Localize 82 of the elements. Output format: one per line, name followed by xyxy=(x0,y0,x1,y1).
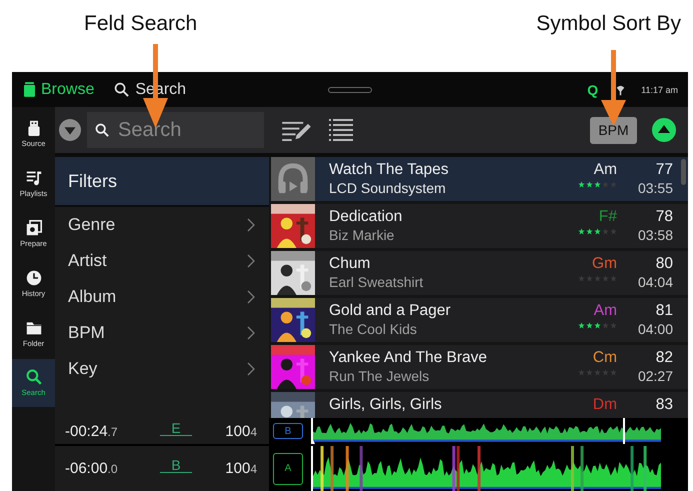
sort-button[interactable]: BPM xyxy=(590,116,637,144)
deck-bpm: 1004 xyxy=(225,422,257,440)
deck-key: E xyxy=(160,420,192,436)
track-title: Watch The Tapes xyxy=(329,161,450,179)
browse-title[interactable]: Browse xyxy=(41,80,94,98)
deck-label: B xyxy=(273,423,303,439)
filter-item[interactable]: Album xyxy=(55,279,269,315)
track-length: 03:55 xyxy=(638,180,673,196)
track-length: 04:00 xyxy=(638,321,673,337)
search-icon xyxy=(95,123,109,137)
filter-item[interactable]: BPM xyxy=(55,315,269,351)
wifi-icon xyxy=(616,84,626,96)
deck-bpm: 1004 xyxy=(225,460,257,477)
track-length: 04:04 xyxy=(638,274,673,290)
track-bpm: 82 xyxy=(656,349,673,367)
track-artist: LCD Soundsystem xyxy=(329,180,447,196)
track-row[interactable]: Girls, Girls, Girls Dm 83 xyxy=(271,392,688,418)
track-artist: Run The Jewels xyxy=(329,368,430,384)
track-artist: The Cool Kids xyxy=(329,321,418,337)
filter-item[interactable]: Artist xyxy=(55,243,269,279)
star-rating[interactable] xyxy=(578,181,617,188)
track-title: Chum xyxy=(329,255,372,273)
playlist-icon xyxy=(26,170,42,186)
library-icon xyxy=(24,82,35,97)
chevron-icon xyxy=(247,218,255,232)
drag-handle[interactable] xyxy=(328,87,372,93)
track-bpm: 81 xyxy=(656,302,673,320)
chevron-icon xyxy=(247,326,255,340)
remaining-time: -06:00.0 xyxy=(65,460,119,477)
quantize-indicator: Q xyxy=(587,82,598,98)
track-bpm: 83 xyxy=(656,396,673,414)
track-key: Gm xyxy=(592,255,617,273)
scrollbar[interactable] xyxy=(681,159,686,185)
clock-icon xyxy=(26,270,42,286)
track-title: Girls, Girls, Girls xyxy=(329,396,443,414)
search-icon xyxy=(114,82,130,97)
track-row[interactable]: Gold and a Pager The Cool Kids Am 81 04:00 xyxy=(271,298,688,342)
track-key: Am xyxy=(594,161,617,179)
edit-list-icon[interactable] xyxy=(282,120,311,140)
track-row[interactable]: Chum Earl Sweatshirt Gm 80 04:04 xyxy=(271,251,688,295)
track-key: Dm xyxy=(592,396,617,414)
collapse-icon[interactable] xyxy=(652,118,676,142)
chevron-icon xyxy=(247,254,255,268)
headphones-icon xyxy=(271,157,315,201)
dropdown-icon[interactable] xyxy=(59,119,81,141)
track-row[interactable]: Watch The Tapes LCD Soundsystem Am 77 03:55 xyxy=(271,157,688,201)
track-bpm: 80 xyxy=(656,255,673,273)
track-row[interactable]: Dedication Biz Markie F# 78 03:58 xyxy=(271,204,688,248)
remaining-time: -00:24.7 xyxy=(65,422,119,440)
folder-icon xyxy=(26,320,42,336)
star-rating[interactable] xyxy=(578,369,617,376)
track-bpm: 77 xyxy=(656,161,673,179)
track-bpm: 78 xyxy=(656,208,673,226)
list-icon[interactable] xyxy=(329,119,353,141)
annotation-label: Symbol Sort By xyxy=(536,12,681,36)
track-title: Dedication xyxy=(329,208,404,226)
star-rating[interactable] xyxy=(578,322,617,329)
filter-item[interactable]: Genre xyxy=(55,207,269,243)
search-field[interactable]: Search xyxy=(87,112,264,148)
track-key: Cm xyxy=(592,349,617,367)
search-icon xyxy=(26,369,42,385)
usb-drive-icon xyxy=(26,120,42,136)
annotation-label: Feld Search xyxy=(84,12,198,36)
filters-header: Filters xyxy=(55,157,269,207)
track-title: Yankee And The Brave xyxy=(329,349,488,367)
track-artist: Earl Sweatshirt xyxy=(329,274,424,290)
track-title: Gold and a Pager xyxy=(329,302,452,320)
track-row[interactable]: Yankee And The Brave Run The Jewels Cm 82 02:27 xyxy=(271,345,688,389)
track-length: 03:58 xyxy=(638,227,673,243)
deck-key: B xyxy=(160,458,192,473)
track-length: 02:27 xyxy=(638,368,673,384)
track-key: Am xyxy=(594,302,617,320)
chevron-icon xyxy=(247,362,255,376)
filter-item[interactable]: Key xyxy=(55,351,269,387)
star-rating[interactable] xyxy=(578,228,617,235)
track-key: F# xyxy=(598,208,617,226)
clock: 11:17 am xyxy=(641,84,678,94)
star-rating[interactable] xyxy=(578,275,617,282)
chevron-icon xyxy=(247,290,255,304)
track-artist: Biz Markie xyxy=(329,227,396,243)
prepare-icon xyxy=(26,220,42,236)
deck-label: A xyxy=(273,452,303,484)
